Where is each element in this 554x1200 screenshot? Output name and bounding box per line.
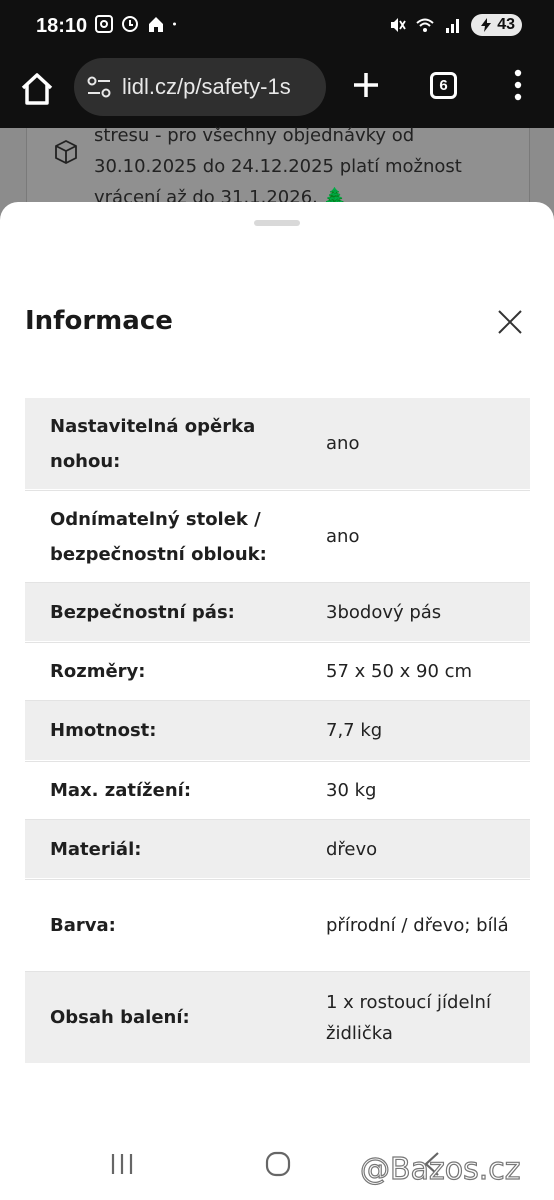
spec-key: Materiál:	[50, 838, 142, 860]
status-time: 18:10	[36, 15, 88, 37]
browser-toolbar: lidl.cz/p/safety-1s 6	[0, 56, 554, 128]
home-icon[interactable]	[18, 70, 56, 108]
battery-level: 43	[497, 16, 515, 33]
battery-indicator: 43	[471, 14, 522, 36]
spec-key: Rozměry:	[50, 661, 146, 682]
spec-key: Odnímatelný stolek / bezpečnostní oblouk…	[50, 508, 267, 565]
spec-table: Nastavitelná opěrka nohou: ano Odnímatel…	[25, 398, 530, 1064]
home-status-icon	[149, 17, 163, 32]
status-bar: 18:10 43	[0, 0, 554, 56]
status-left-icons	[94, 14, 182, 34]
spec-value: 30 kg	[326, 780, 377, 801]
site-settings-icon[interactable]	[86, 75, 112, 99]
spec-value: 57 x 50 x 90 cm	[326, 661, 473, 682]
wifi-icon	[416, 18, 434, 32]
dot-icon	[173, 22, 176, 26]
mute-icon	[391, 18, 406, 32]
status-right-icons: 43	[387, 14, 522, 36]
sync-icon	[122, 16, 138, 32]
spec-value: přírodní / dřevo; bílá	[326, 915, 509, 936]
spec-value: ano	[326, 526, 360, 547]
recents-icon[interactable]	[108, 1152, 136, 1176]
spec-key: Barva:	[50, 915, 116, 936]
address-bar[interactable]: lidl.cz/p/safety-1s	[74, 58, 326, 116]
home-circle-icon[interactable]	[264, 1150, 292, 1178]
spec-key: Bezpečnostní pás:	[50, 601, 235, 623]
plus-icon[interactable]	[350, 69, 382, 101]
spec-row: Nastavitelná opěrka nohou: ano	[25, 398, 530, 490]
close-icon[interactable]	[497, 309, 523, 335]
menu-dots-icon[interactable]	[508, 68, 528, 102]
spec-row: Barva: přírodní / dřevo; bílá	[25, 879, 530, 972]
promo-line: 30.10.2025 do 24.12.2025 platí možnost	[94, 156, 462, 177]
signal-icon	[446, 19, 460, 33]
spec-row: Bezpečnostní pás: 3bodový pás	[25, 583, 530, 642]
spec-key: Hmotnost:	[50, 720, 157, 741]
spec-key: Obsah balení:	[50, 1007, 190, 1028]
promo-line: stresu - pro všechny objednávky od	[94, 125, 415, 146]
return-box-icon	[55, 139, 77, 165]
spec-value: 3bodový pás	[326, 601, 442, 623]
promo-text: stresu - pro všechny objednávky od 30.10…	[94, 120, 494, 213]
tab-switcher-button[interactable]: 6	[430, 72, 457, 99]
spec-row: Max. zatížení: 30 kg	[25, 761, 530, 820]
svg-text:@Bazos.cz: @Bazos.cz	[360, 1152, 520, 1187]
info-bottom-sheet: Informace Nastavitelná opěrka nohou: ano…	[0, 202, 554, 1200]
spec-value: ano	[326, 433, 360, 454]
battery-icon	[481, 18, 492, 32]
spec-key: Max. zatížení:	[50, 780, 192, 801]
spec-row: Hmotnost: 7,7 kg	[25, 701, 530, 761]
spec-value: dřevo	[326, 838, 378, 860]
spec-key: Nastavitelná opěrka nohou:	[50, 415, 256, 472]
spec-row: Materiál: dřevo	[25, 820, 530, 879]
url-text[interactable]: lidl.cz/p/safety-1s	[122, 74, 322, 100]
sheet-title: Informace	[25, 306, 173, 336]
screenshot-icon	[95, 15, 113, 33]
spec-row: Obsah balení: 1 x rostoucí jídelní židli…	[25, 972, 530, 1064]
spec-value: 1 x rostoucí jídelní židlička	[326, 991, 491, 1044]
drag-handle[interactable]	[254, 220, 300, 226]
spec-value: 7,7 kg	[326, 720, 383, 741]
spec-row: Odnímatelný stolek / bezpečnostní oblouk…	[25, 490, 530, 583]
bazos-watermark: @Bazos.cz	[360, 1151, 521, 1187]
spec-row: Rozměry: 57 x 50 x 90 cm	[25, 642, 530, 701]
